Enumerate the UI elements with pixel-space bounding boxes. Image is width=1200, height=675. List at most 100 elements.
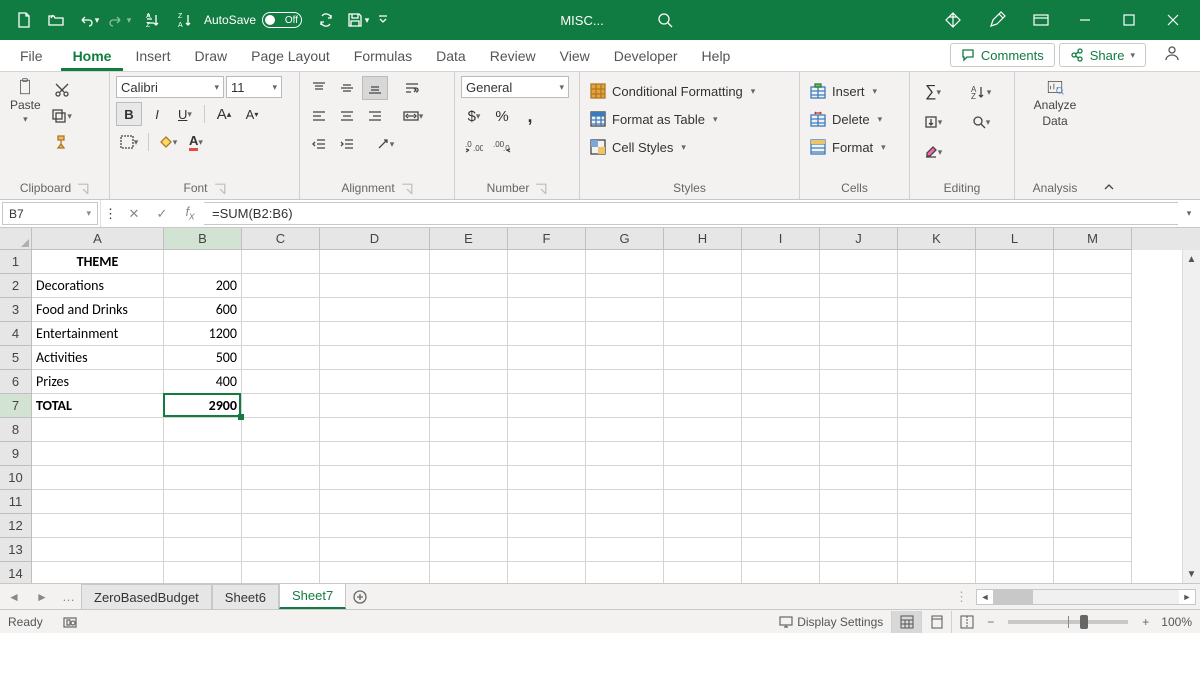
cell-B2[interactable]: 200	[164, 274, 242, 298]
cell-B7[interactable]: 2900	[164, 394, 242, 418]
cell-C12[interactable]	[242, 514, 320, 538]
cell-L13[interactable]	[976, 538, 1054, 562]
cell-F14[interactable]	[508, 562, 586, 583]
column-header-G[interactable]: G	[586, 228, 664, 250]
cell-B8[interactable]	[164, 418, 242, 442]
cell-L7[interactable]	[976, 394, 1054, 418]
row-header-6[interactable]: 6	[0, 370, 32, 394]
cell-A2[interactable]: Decorations	[32, 274, 164, 298]
italic-button[interactable]: I	[144, 102, 170, 126]
align-bottom-icon[interactable]	[362, 76, 388, 100]
cell-C5[interactable]	[242, 346, 320, 370]
number-format-combo[interactable]: General▾	[461, 76, 569, 98]
pen-icon[interactable]	[978, 1, 1016, 39]
sheet-tab-zerobasedbudget[interactable]: ZeroBasedBudget	[81, 584, 212, 609]
cell-F7[interactable]	[508, 394, 586, 418]
clear-icon[interactable]: ▾	[916, 140, 950, 164]
cell-G12[interactable]	[586, 514, 664, 538]
cell-A10[interactable]	[32, 466, 164, 490]
row-header-12[interactable]: 12	[0, 514, 32, 538]
cell-J10[interactable]	[820, 466, 898, 490]
cell-G14[interactable]	[586, 562, 664, 583]
cell-E10[interactable]	[430, 466, 508, 490]
cell-G3[interactable]	[586, 298, 664, 322]
cell-D11[interactable]	[320, 490, 430, 514]
column-header-K[interactable]: K	[898, 228, 976, 250]
row-header-5[interactable]: 5	[0, 346, 32, 370]
cell-D13[interactable]	[320, 538, 430, 562]
zoom-in-icon[interactable]: +	[1136, 615, 1155, 629]
cell-E13[interactable]	[430, 538, 508, 562]
cell-B11[interactable]	[164, 490, 242, 514]
cell-F6[interactable]	[508, 370, 586, 394]
collapse-ribbon-icon[interactable]	[1095, 175, 1123, 199]
minimize-icon[interactable]	[1066, 1, 1104, 39]
cell-C10[interactable]	[242, 466, 320, 490]
cell-F8[interactable]	[508, 418, 586, 442]
accounting-format-icon[interactable]: $▾	[461, 104, 487, 128]
maximize-icon[interactable]	[1110, 1, 1148, 39]
format-as-table-button[interactable]: Format as Table▾	[586, 108, 722, 130]
font-color-icon[interactable]: A▾	[183, 130, 209, 154]
select-all-corner[interactable]	[0, 228, 32, 250]
decrease-decimal-icon[interactable]: .00.0	[489, 134, 515, 158]
align-left-icon[interactable]	[306, 104, 332, 128]
column-header-M[interactable]: M	[1054, 228, 1132, 250]
fill-handle[interactable]	[238, 414, 244, 420]
cell-A9[interactable]	[32, 442, 164, 466]
cell-M4[interactable]	[1054, 322, 1132, 346]
cell-F2[interactable]	[508, 274, 586, 298]
cell-M1[interactable]	[1054, 250, 1132, 274]
cell-I1[interactable]	[742, 250, 820, 274]
cell-styles-button[interactable]: Cell Styles▾	[586, 136, 690, 158]
cell-I14[interactable]	[742, 562, 820, 583]
cell-M3[interactable]	[1054, 298, 1132, 322]
cell-A4[interactable]: Entertainment	[32, 322, 164, 346]
cell-L4[interactable]	[976, 322, 1054, 346]
view-page-layout-icon[interactable]	[921, 611, 951, 633]
cell-J4[interactable]	[820, 322, 898, 346]
tab-help[interactable]: Help	[690, 42, 743, 71]
cell-C7[interactable]	[242, 394, 320, 418]
increase-indent-icon[interactable]	[334, 132, 360, 156]
vertical-scrollbar[interactable]: ▲ ▼	[1182, 250, 1200, 583]
cell-M14[interactable]	[1054, 562, 1132, 583]
open-file-icon[interactable]	[40, 4, 72, 36]
cell-D2[interactable]	[320, 274, 430, 298]
analyze-data-button[interactable]: Analyze Data	[1030, 76, 1081, 130]
scroll-left-icon[interactable]: ◄	[977, 590, 993, 604]
cell-L1[interactable]	[976, 250, 1054, 274]
row-header-4[interactable]: 4	[0, 322, 32, 346]
tab-page-layout[interactable]: Page Layout	[239, 42, 342, 71]
row-header-13[interactable]: 13	[0, 538, 32, 562]
row-header-11[interactable]: 11	[0, 490, 32, 514]
cell-K5[interactable]	[898, 346, 976, 370]
cell-B1[interactable]	[164, 250, 242, 274]
row-header-2[interactable]: 2	[0, 274, 32, 298]
cell-J8[interactable]	[820, 418, 898, 442]
column-header-D[interactable]: D	[320, 228, 430, 250]
cell-E5[interactable]	[430, 346, 508, 370]
cell-J14[interactable]	[820, 562, 898, 583]
cell-G6[interactable]	[586, 370, 664, 394]
tab-data[interactable]: Data	[424, 42, 478, 71]
ribbon-mode-icon[interactable]	[1022, 1, 1060, 39]
qat-customize-icon[interactable]	[374, 4, 392, 36]
cell-I10[interactable]	[742, 466, 820, 490]
cell-I4[interactable]	[742, 322, 820, 346]
cell-K3[interactable]	[898, 298, 976, 322]
cell-L6[interactable]	[976, 370, 1054, 394]
cell-L5[interactable]	[976, 346, 1054, 370]
cell-M7[interactable]	[1054, 394, 1132, 418]
cell-B3[interactable]: 600	[164, 298, 242, 322]
cell-H4[interactable]	[664, 322, 742, 346]
tab-formulas[interactable]: Formulas	[342, 42, 424, 71]
cell-K9[interactable]	[898, 442, 976, 466]
new-file-icon[interactable]	[8, 4, 40, 36]
column-header-E[interactable]: E	[430, 228, 508, 250]
cell-C4[interactable]	[242, 322, 320, 346]
scroll-right-icon[interactable]: ►	[1179, 590, 1195, 604]
cell-E9[interactable]	[430, 442, 508, 466]
search-icon[interactable]	[654, 9, 676, 31]
column-header-C[interactable]: C	[242, 228, 320, 250]
